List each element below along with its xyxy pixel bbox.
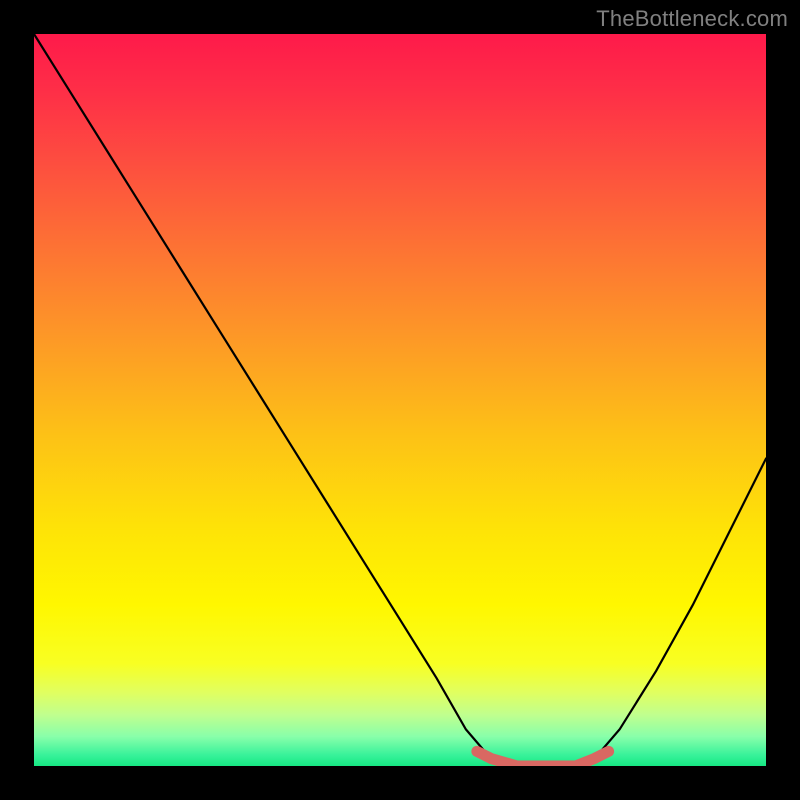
plot-area (34, 34, 766, 766)
watermark-text: TheBottleneck.com (596, 6, 788, 32)
chart-frame: TheBottleneck.com (0, 0, 800, 800)
plot-svg (34, 34, 766, 766)
gradient-background (34, 34, 766, 766)
